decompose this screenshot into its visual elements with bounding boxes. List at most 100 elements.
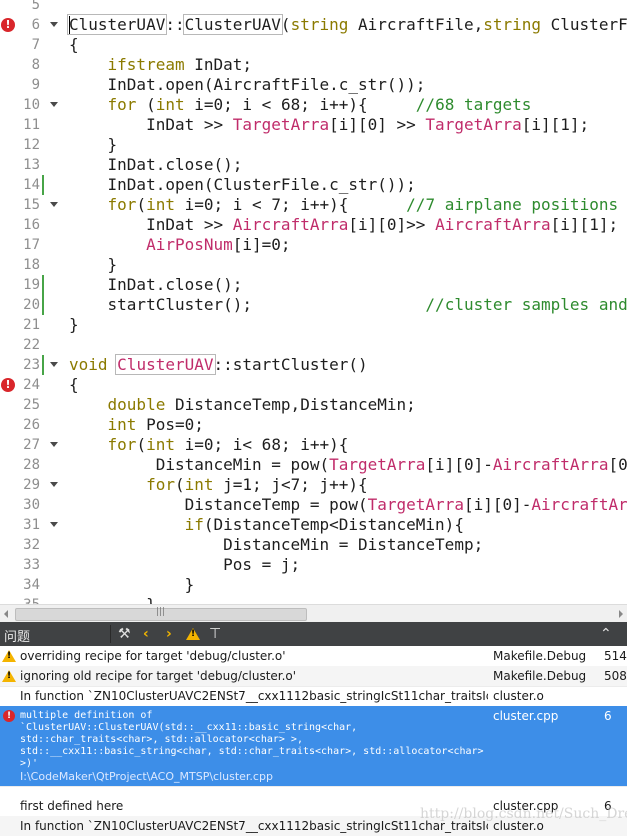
funnel-filter-icon[interactable]: ⊤ [209,626,221,642]
code-line[interactable]: 19 InDat.close(); [0,275,627,295]
issue-row[interactable]: ! multiple definition of `ClusterUAV::Clu… [0,706,627,787]
issue-file: Makefile.Debug [493,649,587,663]
code-line[interactable]: 29 for(int j=1; j<7; j++){ [0,475,627,495]
code-line[interactable]: 28 DistanceMin = pow(TargetArra[i][0]-Ai… [0,455,627,475]
line-number: 11 [23,117,40,133]
code-line[interactable]: 31 if(DistanceTemp<DistanceMin){ [0,515,627,535]
line-number: 32 [23,537,40,553]
code-line[interactable]: 18 } [0,255,627,275]
line-number: 13 [23,157,40,173]
code-line[interactable]: 17 AirPosNum[i]=0; [0,235,627,255]
collapse-pane-icon[interactable]: ⌃ [600,626,612,642]
code-line[interactable]: 34 } [0,575,627,595]
code-line[interactable]: 11 InDat >> TargetArra[i][0] >> TargetAr… [0,115,627,135]
line-number: 23 [23,357,40,373]
code-editor[interactable]: 5! 6 ClusterUAV::ClusterUAV(string Aircraf… [0,0,627,604]
code-line[interactable]: 30 DistanceTemp = pow(TargetArra[i][0]-A… [0,495,627,515]
error-marker-icon[interactable]: ! [1,18,15,32]
code-line[interactable]: 10 for (int i=0; i < 68; i++){ //68 targ… [0,95,627,115]
code-token: ifstream [107,55,185,74]
fold-toggle-icon[interactable] [50,442,58,447]
code-text: InDat >> TargetArra[i][0] >> TargetArra[… [69,115,589,135]
scrollbar-thumb[interactable]: ||| [15,607,307,621]
warning-filter-icon[interactable] [186,628,200,640]
error-marker-icon[interactable]: ! [1,378,15,392]
code-line[interactable]: 27 for(int i=0; i< 68; i++){ [0,435,627,455]
code-token: [i][1]; [521,115,590,134]
code-text: InDat >> AircraftArra[i][0]>> AircraftAr… [69,215,618,235]
code-token: i=0; i < 68; i++){ [184,95,416,114]
code-token: AircraftArra [531,495,627,514]
code-token: //68 targets [415,95,532,114]
code-token: TargetArra [329,455,426,474]
code-line[interactable]: 20 startCluster(); //cluster samples and [0,295,627,315]
code-line[interactable]: 9 InDat.open(AircraftFile.c_str()); [0,75,627,95]
code-line[interactable]: 22 [0,335,627,355]
scroll-right-arrow-icon[interactable] [619,610,623,618]
code-token: AircraftArra [232,215,349,234]
code-line[interactable]: 15 for(int i=0; i < 7; i++){ //7 airplan… [0,195,627,215]
code-token: DistanceTemp = pow( [69,495,368,514]
error-icon: ! [3,710,15,722]
code-token: //7 airplane positions [406,195,619,214]
issue-row[interactable]: overriding recipe for target 'debug/clus… [0,646,627,667]
change-marker [42,355,44,375]
scroll-left-arrow-icon[interactable] [4,610,8,618]
fold-toggle-icon[interactable] [50,102,58,107]
code-token: string [483,15,542,34]
line-number: 26 [23,417,40,433]
code-token: [0][0],2) [608,455,627,474]
line-number: 34 [23,577,40,593]
line-number: 14 [23,177,40,193]
code-line[interactable]: 35 } [0,595,627,604]
fold-toggle-icon[interactable] [50,522,58,527]
fold-toggle-icon[interactable] [50,482,58,487]
code-token: InDat.open(AircraftFile.c_str()); [69,75,426,94]
code-line[interactable]: 33 Pos = j; [0,555,627,575]
code-token: [i][0]>> [348,215,436,234]
code-line[interactable]: 32 DistanceMin = DistanceTemp; [0,535,627,555]
code-line[interactable]: 8 ifstream InDat; [0,55,627,75]
line-number: 20 [23,297,40,313]
code-token: } [69,595,156,604]
build-filter-icon[interactable]: ⚒ [118,626,131,642]
line-number: 27 [23,437,40,453]
code-text: { [69,375,79,395]
code-line[interactable]: 25 double DistanceTemp,DistanceMin; [0,395,627,415]
code-token: DistanceTemp,DistanceMin; [165,395,416,414]
issue-file: Makefile.Debug [493,669,587,683]
code-line[interactable]: 26 int Pos=0; [0,415,627,435]
line-number: 25 [23,397,40,413]
code-text: double DistanceTemp,DistanceMin; [69,395,416,415]
code-line[interactable]: 13 InDat.close(); [0,155,627,175]
code-line[interactable]: ! 24 { [0,375,627,395]
code-token: int [146,435,175,454]
next-issue-arrow-icon[interactable]: › [166,626,172,642]
code-line[interactable]: 12 } [0,135,627,155]
code-text: startCluster(); //cluster samples and [69,295,627,315]
code-token: :: [165,15,185,34]
editor-horizontal-scrollbar[interactable]: ||| [0,604,627,622]
code-line[interactable]: 21} [0,315,627,335]
fold-toggle-icon[interactable] [50,22,58,27]
code-text: InDat.close(); [69,155,243,175]
issue-row[interactable]: ignoring old recipe for target 'debug/cl… [0,666,627,687]
code-line[interactable]: 16 InDat >> AircraftArra[i][0]>> Aircraf… [0,215,627,235]
code-line[interactable]: 5 [0,0,627,15]
issue-row[interactable]: In function `ZN10ClusterUAVC2ENSt7__cxx1… [0,686,627,707]
code-text: for(int i=0; i< 68; i++){ [69,435,349,455]
code-line[interactable]: ! 6 ClusterUAV::ClusterUAV(string Aircraft… [0,14,627,35]
code-token: [i]=0; [232,235,291,254]
code-line[interactable]: 23 void ClusterUAV::startCluster() [0,354,627,375]
code-text: } [69,595,156,604]
code-line[interactable]: 14 InDat.open(ClusterFile.c_str()); [0,175,627,195]
fold-toggle-icon[interactable] [50,202,58,207]
code-line[interactable]: 7{ [0,35,627,55]
code-token: int [155,95,185,114]
code-text: { [69,35,79,55]
prev-issue-arrow-icon[interactable]: ‹ [143,626,149,642]
code-token: TargetArra [232,115,330,134]
code-token: [i][0] >> [329,115,426,134]
fold-toggle-icon[interactable] [50,362,58,367]
